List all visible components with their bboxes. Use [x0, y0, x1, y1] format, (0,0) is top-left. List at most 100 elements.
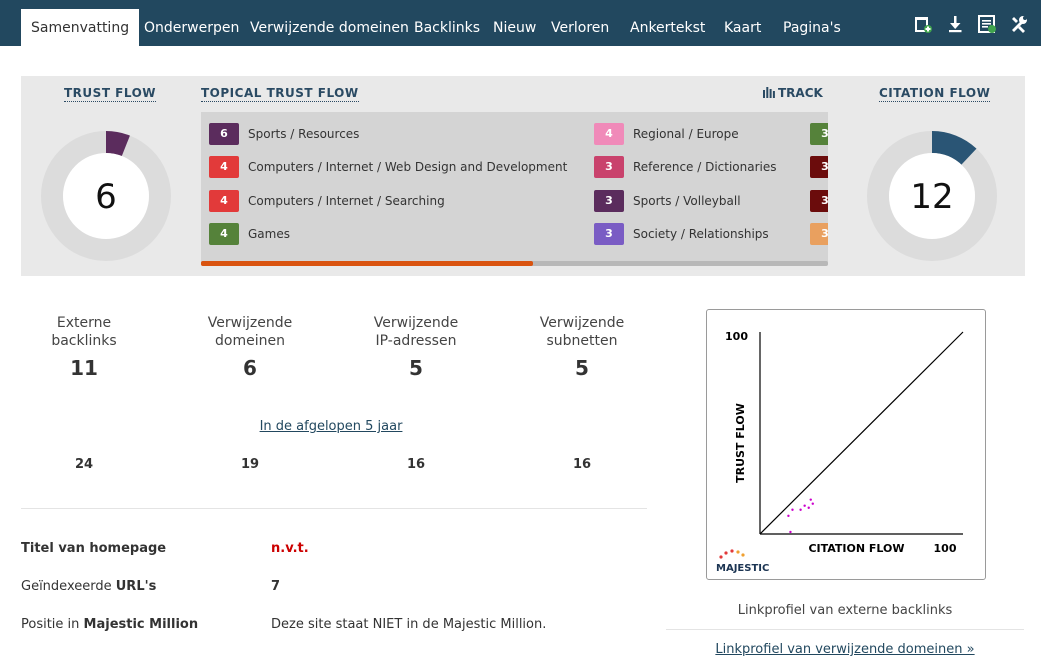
topic-label: Reference / Dictionaries [633, 160, 777, 174]
divider [21, 508, 647, 509]
track-label: TRACK [778, 86, 823, 100]
topic-label: Society / Relationships [633, 227, 769, 241]
majestic-million-value: Deze site staat NIET in de Majestic Mill… [271, 617, 547, 632]
stat-label: Externe [56, 315, 112, 331]
divider [666, 629, 1024, 630]
tab-paginas[interactable]: Pagina's [783, 9, 841, 46]
scatter-point [791, 508, 794, 511]
topic-item[interactable]: 3 [810, 190, 828, 212]
citation-flow-gauge: 12 [867, 131, 997, 261]
majestic-million-label-prefix: Positie in [21, 617, 80, 632]
tab-verloren[interactable]: Verloren [551, 9, 609, 46]
topic-item[interactable]: 3 [810, 223, 828, 245]
trust-flow-heading[interactable]: TRUST FLOW [64, 86, 157, 102]
topic-item[interactable]: 3 Reference / Dictionaries [594, 156, 777, 178]
domains-link-wrap: Linkprofiel van verwijzende domeinen » [666, 642, 1024, 657]
scatter-point [787, 514, 790, 518]
indexed-urls-value: 7 [271, 579, 281, 594]
tab-onderwerpen[interactable]: Onderwerpen [144, 9, 239, 46]
stat-value: 6 [243, 356, 257, 380]
tab-nieuw[interactable]: Nieuw [493, 9, 536, 46]
tab-kaart[interactable]: Kaart [724, 9, 761, 46]
topic-score-badge: 6 [209, 123, 239, 145]
indexed-urls-label: Geïndexeerde URL's [21, 579, 156, 594]
track-button[interactable]: TRACK [763, 86, 823, 101]
toolbar [913, 14, 1029, 34]
topic-item[interactable]: 6 Sports / Resources [209, 123, 359, 145]
history-value: 24 [74, 457, 94, 472]
topic-item[interactable]: 3 Society / Relationships [594, 223, 769, 245]
topic-label: Computers / Internet / Searching [248, 194, 445, 208]
report-icon[interactable] [977, 14, 997, 34]
history-link-wrap: In de afgelopen 5 jaar [21, 418, 641, 434]
topical-trust-flow-heading[interactable]: TOPICAL TRUST FLOW [201, 86, 359, 102]
stat-label: Verwijzende [539, 315, 625, 331]
chart-caption: Linkprofiel van externe backlinks [737, 603, 953, 618]
topics-scrollbar[interactable] [201, 261, 828, 266]
majestic-logo: MAJESTIC [716, 549, 769, 574]
bar-chart-icon [763, 87, 775, 101]
tab-ankertekst[interactable]: Ankertekst [630, 9, 705, 46]
topic-item[interactable]: 3 Sports / Volleyball [594, 190, 741, 212]
scatter-point [809, 498, 812, 501]
topics-scrollbar-thumb[interactable] [201, 261, 534, 266]
history-period-link[interactable]: In de afgelopen 5 jaar [260, 419, 403, 434]
scatter-point [803, 504, 806, 507]
trust-flow-gauge: 6 [41, 131, 171, 261]
tab-backlinks[interactable]: Backlinks [414, 9, 480, 46]
stat-value: 5 [575, 356, 589, 380]
citation-flow-value: 12 [910, 177, 953, 217]
trust-flow-value: 6 [95, 177, 117, 217]
tools-icon[interactable] [1009, 14, 1029, 34]
trust-flow-arc [105, 131, 130, 157]
stat-referring-subnets: Verwijzende subnetten 5 [502, 314, 662, 380]
topic-score-badge: 3 [594, 223, 624, 245]
topic-label: Sports / Volleyball [633, 194, 741, 208]
domains-profile-link[interactable]: Linkprofiel van verwijzende domeinen » [715, 642, 974, 657]
stat-label: backlinks [51, 333, 117, 349]
topic-label: Games [248, 227, 290, 241]
x-axis-label: CITATION FLOW [808, 542, 904, 555]
topic-item[interactable]: 4 Computers / Internet / Searching [209, 190, 445, 212]
y-axis-label: TRUST FLOW [734, 403, 747, 483]
topic-score-badge: 4 [209, 190, 239, 212]
stat-referring-domains: Verwijzende domeinen 6 [170, 314, 330, 380]
history-value: 16 [572, 457, 592, 472]
indexed-urls-label-strong: URL's [115, 579, 157, 594]
stat-label: subnetten [546, 333, 618, 349]
topic-item[interactable]: 4 Computers / Internet / Web Design and … [209, 156, 567, 178]
backlink-profile-chart[interactable]: 100 100 CITATION FLOW TRUST FLOW MAJESTI… [706, 309, 986, 580]
flow-metrics-panel: TRUST FLOW 6 TOPICAL TRUST FLOW TRACK 6 … [21, 76, 1025, 276]
topics-list: 6 Sports / Resources 4 Computers / Inter… [201, 112, 828, 262]
download-icon[interactable] [945, 14, 965, 34]
majestic-logo-text: MAJESTIC [716, 563, 769, 574]
topic-item[interactable]: 3 [810, 123, 828, 145]
topic-score-badge: 3 [810, 156, 828, 178]
stat-label: domeinen [215, 333, 285, 349]
indexed-urls-label-prefix: Geïndexeerde [21, 579, 112, 594]
majestic-million-label: Positie in Majestic Million [21, 617, 198, 632]
history-value: 19 [240, 457, 260, 472]
stat-external-backlinks: Externe backlinks 11 [4, 314, 164, 380]
topic-item[interactable]: 4 Regional / Europe [594, 123, 739, 145]
history-value: 16 [406, 457, 426, 472]
add-bucket-icon[interactable] [913, 14, 933, 34]
topic-item[interactable]: 3 [810, 156, 828, 178]
stat-value: 11 [70, 356, 98, 380]
homepage-title-label: Titel van homepage [21, 541, 167, 556]
topic-item[interactable]: 4 Games [209, 223, 290, 245]
citation-flow-heading[interactable]: CITATION FLOW [879, 86, 991, 102]
scatter-point [807, 506, 810, 509]
topic-score-badge: 4 [594, 123, 624, 145]
stat-label: Verwijzende [373, 315, 459, 331]
scatter-point [799, 508, 802, 511]
topic-label: Regional / Europe [633, 127, 739, 141]
topic-label: Sports / Resources [248, 127, 360, 141]
stat-referring-ips: Verwijzende IP-adressen 5 [336, 314, 496, 380]
tab-samenvatting[interactable]: Samenvatting [21, 9, 140, 46]
topic-score-badge: 3 [810, 223, 828, 245]
scatter-point [811, 502, 814, 505]
topic-score-badge: 3 [594, 156, 624, 178]
scatter-chart: 100 100 CITATION FLOW TRUST FLOW MAJESTI… [716, 330, 964, 574]
tab-verwijzende-domeinen[interactable]: Verwijzende domeinen [250, 9, 409, 46]
